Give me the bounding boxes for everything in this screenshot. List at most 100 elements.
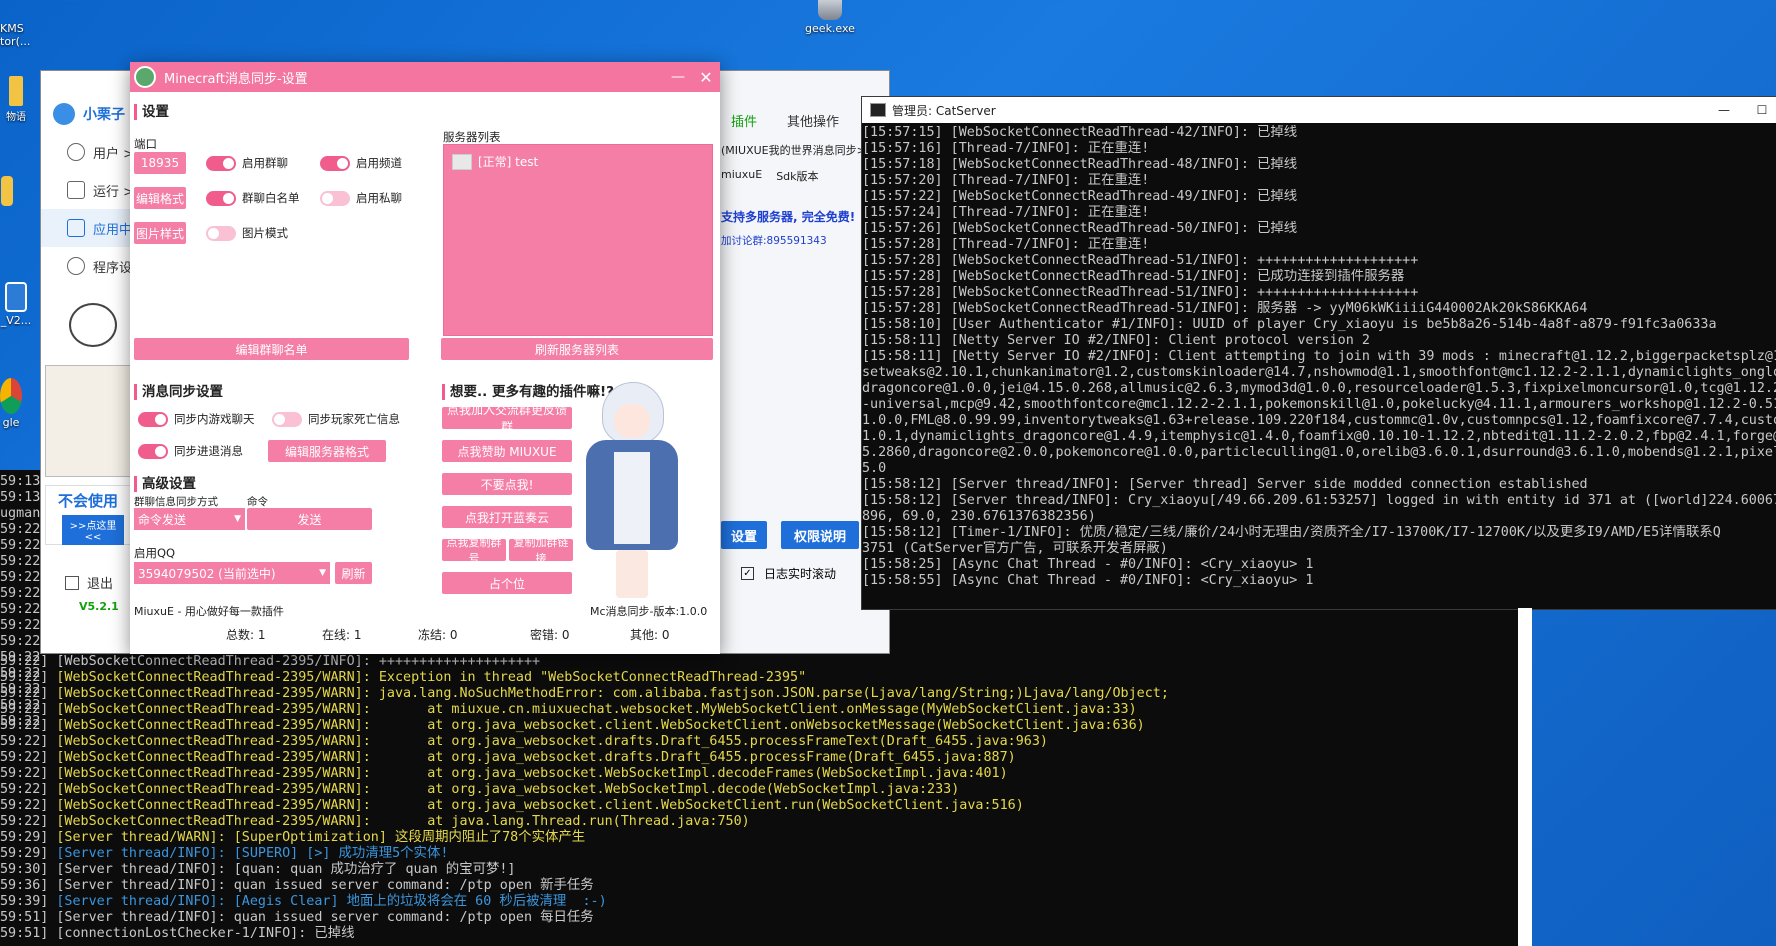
sidebar-item-settings[interactable]: 程序设	[41, 247, 136, 285]
port-label: 端口	[134, 137, 157, 151]
log-line: setweaks@2.10.1,chunkanimator@1.2,custom…	[862, 365, 1776, 380]
toggle-switch[interactable]	[206, 155, 236, 171]
toggle-sync-join[interactable]: 同步进退消息	[138, 443, 243, 459]
toggle-channel[interactable]: 启用频道	[320, 155, 402, 171]
log-line: 5.0	[862, 461, 887, 476]
log-timestamp: 59:36]	[0, 878, 49, 893]
sidebar-item-run[interactable]: 运行 >	[41, 171, 136, 209]
log-text: [WebSocketConnectReadThread-2395/WARN]: …	[56, 734, 1048, 749]
log-timestamp: 59:22	[0, 698, 41, 713]
toggle-switch[interactable]	[272, 411, 302, 427]
permission-button[interactable]: 权限说明	[781, 521, 859, 549]
copy-group-number-button[interactable]: 点我复制群号	[442, 536, 506, 565]
log-line: [15:57:28] [WebSocketConnectReadThread-5…	[862, 253, 1419, 268]
qq-label: 启用QQ	[134, 546, 176, 560]
toggle-switch[interactable]	[206, 190, 236, 206]
close-icon[interactable]: ✕	[692, 68, 720, 87]
app-brand: 小栗子	[41, 71, 136, 133]
minimize-icon[interactable]: —	[664, 69, 692, 85]
realtime-scroll-checkbox[interactable]: ✓ 日志实时滚动	[741, 565, 836, 582]
log-timestamp: 59:30]	[0, 862, 49, 877]
log-timestamp: 59:29]	[0, 830, 49, 845]
footer-right: Mc消息同步-版本:1.0.0	[590, 605, 708, 618]
toggle-switch[interactable]	[320, 190, 350, 206]
desktop-icon-folder[interactable]: 物语	[0, 76, 32, 123]
stat-value: 0	[449, 628, 458, 642]
stat-label: 其他:	[630, 628, 659, 642]
toggle-whitelist[interactable]: 群聊白名单	[206, 190, 300, 206]
log-line: [15:58:12] [Server thread/INFO]: [Server…	[862, 477, 1588, 492]
toggle-switch[interactable]	[206, 225, 236, 241]
log-line: 1.0.1,dynamiclights_dragoncore@1.4.9,ite…	[862, 429, 1776, 444]
desktop-icon-chrome[interactable]: gle	[0, 378, 22, 429]
log-line: 59:22] [WebSocketConnectReadThread-2395/W…	[0, 686, 1518, 702]
toggle-image-mode[interactable]: 图片模式	[206, 225, 288, 241]
v2-label: _V2...	[0, 314, 32, 327]
toggle-group-chat[interactable]: 启用群聊	[206, 155, 288, 171]
log-line: [15:57:28] [WebSocketConnectReadThread-5…	[862, 269, 1405, 284]
desktop-icon-kms[interactable]: KMS tor(...	[0, 22, 36, 48]
sidebar-item-label: 应用中	[93, 222, 133, 238]
desktop-icon-v2[interactable]: _V2...	[0, 282, 32, 327]
catserver-title: 管理员: CatServer	[892, 103, 996, 118]
log-timestamp: 59:22]	[0, 734, 49, 749]
log-line: 59:22] [WebSocketConnectReadThread-2395/W…	[0, 702, 1518, 718]
group-sync-method-select[interactable]: 命令发送 ▼	[134, 508, 245, 530]
tab-plugin[interactable]: 插件	[731, 111, 757, 130]
port-input[interactable]: 18935	[134, 152, 186, 174]
stat-total: 总数: 1	[226, 626, 322, 643]
log-timestamp: 59:22	[0, 682, 41, 697]
log-timestamp: 59:22	[0, 666, 41, 681]
log-timestamp: 59:22]	[0, 782, 49, 797]
ad-text: 不会使用	[58, 492, 119, 510]
tab-other[interactable]: 其他操作	[787, 111, 839, 130]
edit-server-format-button[interactable]: 编辑服务器格式	[268, 440, 386, 462]
section-sync-title: 消息同步设置	[134, 380, 223, 400]
edit-group-list-button[interactable]: 编辑群聊名单	[134, 338, 409, 360]
sidebar-item-apps[interactable]: 应用中	[41, 209, 136, 247]
log-line: [15:58:12] [Timer-1/INFO]: 优质/稳定/三线/廉价/2…	[862, 525, 1721, 540]
qq-select[interactable]: 3594079502 (当前选中) ▼	[134, 562, 330, 584]
catserver-console-window: 管理员: CatServer — ☐ [15:57:15] [WebSocket…	[861, 96, 1776, 610]
blue-cloud-button[interactable]: 点我打开蓝奏云	[442, 506, 572, 528]
image-style-button[interactable]: 图片样式	[134, 222, 186, 244]
sponsor-button[interactable]: 点我赞助 MIUXUE	[442, 440, 572, 462]
log-text: [Server thread/INFO]: [Aegis Clear] 地面上的…	[56, 894, 607, 909]
stat-value: 0	[661, 628, 670, 642]
sidebar-item-user[interactable]: 用户 >	[41, 133, 136, 171]
logout-button[interactable]: 退出	[41, 545, 136, 592]
server-list-item[interactable]: [正常] test	[444, 145, 712, 170]
character-legs	[616, 550, 648, 598]
ad-banner[interactable]: 不会使用 >>点这里<<	[45, 485, 137, 545]
toggle-sync-death[interactable]: 同步玩家死亡信息	[272, 411, 400, 427]
desktop-icon-folder-2[interactable]	[0, 176, 14, 208]
folder-label: 物语	[6, 112, 26, 123]
toggle-sync-chat[interactable]: 同步内游戏聊天	[138, 411, 255, 427]
log-text: [WebSocketConnectReadThread-2395/WARN]: …	[56, 750, 1016, 765]
log-timestamp: 59:51]	[0, 926, 49, 941]
plugin-settings-button[interactable]: 设置	[721, 521, 767, 549]
ad-link[interactable]: >>点这里<<	[62, 515, 124, 545]
server-list[interactable]: [正常] test	[443, 144, 713, 336]
app-logo-icon	[134, 66, 156, 88]
toggle-switch[interactable]	[138, 411, 168, 427]
settings-titlebar: Minecraft消息同步-设置 — ✕	[130, 62, 720, 92]
maximize-icon[interactable]: ☐	[1747, 103, 1776, 117]
log-line: 59:36] [Server thread/INFO]: quan issued …	[0, 878, 1518, 894]
toggle-private[interactable]: 启用私聊	[320, 190, 402, 206]
logout-icon	[65, 575, 79, 590]
toggle-switch[interactable]	[320, 155, 350, 171]
send-command-button[interactable]: 发送	[247, 508, 372, 530]
toggle-switch[interactable]	[138, 443, 168, 459]
copy-group-link-button[interactable]: 复制加群链接	[509, 536, 573, 565]
desktop-icon-geek[interactable]: geek.exe	[800, 0, 860, 35]
edit-format-button[interactable]: 编辑格式	[134, 187, 186, 209]
log-line: [15:57:28] [Thread-7/INFO]: 正在重连!	[862, 237, 1150, 252]
log-text: [Server thread/INFO]: [SUPERO] [>] 成功清理5…	[56, 846, 449, 861]
dont-click-button[interactable]: 不要点我!	[442, 473, 572, 495]
join-group-button[interactable]: 点我加入交流群更反馈群	[442, 403, 572, 434]
refresh-qq-button[interactable]: 刷新	[335, 562, 372, 584]
refresh-server-list-button[interactable]: 刷新服务器列表	[441, 338, 713, 360]
minimize-icon[interactable]: —	[1701, 103, 1747, 117]
placeholder-button[interactable]: 占个位	[442, 572, 572, 594]
